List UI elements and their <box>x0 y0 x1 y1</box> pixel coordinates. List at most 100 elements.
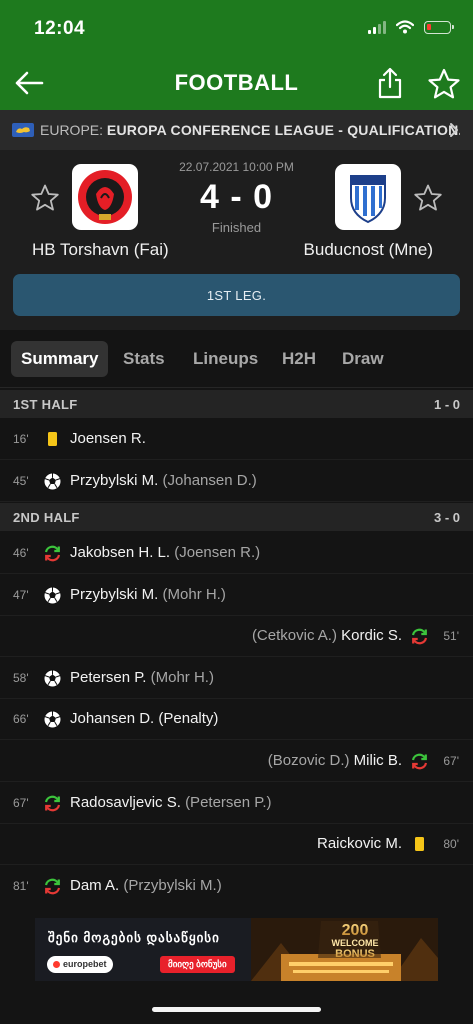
ad-headline: შენი მოგების დასაწყისი <box>48 930 220 945</box>
event-player: Przybylski M. <box>70 586 159 603</box>
ad-badge-bonus: BONUS <box>335 948 375 960</box>
ad-badge-welcome: WELCOME <box>332 938 379 948</box>
status-time: 12:04 <box>34 18 86 39</box>
event-text: (Bozovic D.) Milic B. <box>268 752 402 769</box>
competition-name: EUROPA CONFERENCE LEAGUE - QUALIFICATION… <box>106 122 460 138</box>
event-player: Jakobsen H. L. <box>70 544 171 561</box>
wifi-icon <box>396 20 414 34</box>
match-score: 4 - 0 <box>199 178 274 216</box>
event-minute: 16' <box>13 432 29 446</box>
event-text: Raickovic M. <box>317 835 402 852</box>
event-assist: (Bozovic D.) <box>267 752 350 769</box>
event-player: Raickovic M. <box>316 835 402 852</box>
cellular-signal-icon <box>368 20 386 34</box>
tab-stats[interactable]: Stats <box>123 341 165 377</box>
tab-summary[interactable]: Summary <box>11 341 109 377</box>
favorite-star-icon[interactable] <box>427 67 461 101</box>
share-icon[interactable] <box>375 66 405 100</box>
event-text: (Cetkovic A.) Kordic S. <box>252 627 402 644</box>
event-player: Johansen D. <box>70 710 155 727</box>
event-text: Radosavljevic S. (Petersen P.) <box>70 794 272 811</box>
detail-tabs: Summary Stats Lineups H2H Draw <box>0 330 473 388</box>
status-bar: 12:04 <box>0 0 473 58</box>
tab-lineups[interactable]: Lineups <box>193 341 258 377</box>
ad-bonus-art: 200 WELCOME BONUS <box>251 918 438 981</box>
event-assist: (Przybylski M.) <box>123 877 222 894</box>
period-score: 1 - 0 <box>433 397 460 412</box>
match-event[interactable]: (Bozovic D.) Milic B. 67' <box>0 740 473 782</box>
yellow-card-icon <box>415 837 424 851</box>
period-header-first-half: 1ST HALF 1 - 0 <box>0 390 473 418</box>
match-header: HB Torshavn (Fai) 22.07.2021 10:00 PM 4 … <box>0 150 473 330</box>
event-assist: (Penalty) <box>158 710 219 727</box>
match-event[interactable]: 16' Joensen R. <box>0 418 473 460</box>
event-minute: 81' <box>13 879 29 893</box>
battery-icon <box>424 20 454 34</box>
event-player: Radosavljevic S. <box>70 794 181 811</box>
event-text: Joensen R. <box>70 430 146 447</box>
back-arrow-icon[interactable] <box>12 68 46 98</box>
away-team-logo[interactable] <box>335 164 401 230</box>
soccer-ball-icon <box>43 586 62 605</box>
event-minute: 46' <box>13 546 29 560</box>
nav-bar: FOOTBALL <box>0 58 473 110</box>
tab-draw[interactable]: Draw <box>342 341 384 377</box>
event-text: Przybylski M. (Mohr H.) <box>70 586 226 603</box>
match-event[interactable]: 81' Dam A. (Przybylski M.) <box>0 865 473 907</box>
event-player: Kordic S. <box>341 627 402 644</box>
match-status: Finished <box>211 220 262 235</box>
away-team-name[interactable]: Buducnost (Mne) <box>304 240 433 260</box>
event-player: Milic B. <box>353 752 402 769</box>
ad-badge-amount: 200 <box>342 922 369 939</box>
event-minute: 67' <box>13 796 29 810</box>
event-minute: 67' <box>443 754 459 768</box>
soccer-ball-icon <box>43 669 62 688</box>
home-team-name[interactable]: HB Torshavn (Fai) <box>32 240 169 260</box>
match-event[interactable]: 67' Radosavljevic S. (Petersen P.) <box>0 782 473 824</box>
match-event[interactable]: (Cetkovic A.) Kordic S. 51' <box>0 615 473 657</box>
substitution-icon <box>411 628 428 645</box>
europebet-logo-icon <box>53 961 60 968</box>
yellow-card-icon <box>48 432 57 446</box>
event-minute: 80' <box>443 837 459 851</box>
chevron-right-icon <box>450 123 458 137</box>
event-text: Przybylski M. (Johansen D.) <box>70 472 257 489</box>
event-text: Johansen D. (Penalty) <box>70 710 218 727</box>
home-indicator[interactable] <box>152 1007 321 1012</box>
event-assist: (Cetkovic A.) <box>251 627 337 644</box>
match-datetime: 22.07.2021 10:00 PM <box>179 160 294 174</box>
away-favorite-star-icon[interactable] <box>413 183 443 213</box>
europe-flag-icon <box>12 123 34 137</box>
substitution-icon <box>44 545 61 562</box>
match-event[interactable]: Raickovic M. 80' <box>0 823 473 865</box>
ad-banner[interactable]: შენი მოგების დასაწყისი europebet მიიღე ბ… <box>35 918 438 981</box>
match-event[interactable]: 47' Przybylski M. (Mohr H.) <box>0 574 473 616</box>
tab-h2h[interactable]: H2H <box>282 341 316 377</box>
ad-cta-button[interactable]: მიიღე ბონუსი <box>160 956 235 973</box>
soccer-ball-icon <box>43 710 62 729</box>
event-player: Przybylski M. <box>70 472 159 489</box>
soccer-ball-icon <box>43 472 62 491</box>
ad-brand-name: europebet <box>63 959 107 969</box>
match-event[interactable]: 66' Johansen D. (Penalty) <box>0 698 473 740</box>
match-event[interactable]: 45' Przybylski M. (Johansen D.) <box>0 460 473 502</box>
event-minute: 51' <box>443 629 459 643</box>
period-name: 2ND HALF <box>13 510 80 525</box>
event-minute: 66' <box>13 712 29 726</box>
event-assist: (Joensen R.) <box>174 544 261 561</box>
substitution-icon <box>44 795 61 812</box>
event-player: Dam A. <box>70 877 120 894</box>
event-minute: 58' <box>13 671 29 685</box>
period-score: 3 - 0 <box>433 510 460 525</box>
buducnost-crest-icon <box>350 175 386 224</box>
match-event[interactable]: 58' Petersen P. (Mohr H.) <box>0 657 473 699</box>
period-header-second-half: 2ND HALF 3 - 0 <box>0 503 473 531</box>
competition-row[interactable]: EUROPE: EUROPA CONFERENCE LEAGUE - QUALI… <box>0 110 473 150</box>
substitution-icon <box>411 753 428 770</box>
match-event[interactable]: 46' Jakobsen H. L. (Joensen R.) <box>0 532 473 574</box>
event-assist: (Mohr H.) <box>150 669 214 686</box>
substitution-icon <box>44 878 61 895</box>
ad-brand-pill: europebet <box>47 956 113 973</box>
event-player: Joensen R. <box>70 430 146 447</box>
competition-region: EUROPE: <box>40 122 104 138</box>
